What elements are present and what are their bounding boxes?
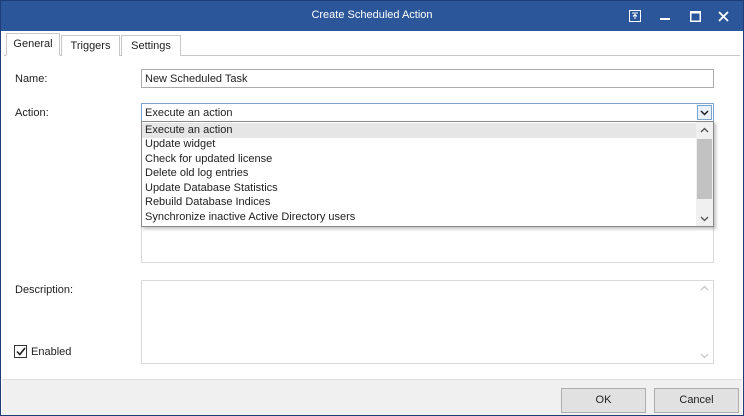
ok-button[interactable]: OK [561, 388, 646, 413]
dialog-window: Create Scheduled Action General Triggers… [0, 0, 744, 416]
chevron-down-icon[interactable] [697, 105, 712, 120]
maximize-icon[interactable] [685, 6, 705, 26]
dropdown-option[interactable]: Update Database Statistics [142, 181, 697, 196]
dropdown-option[interactable]: Update widget [142, 137, 697, 152]
dropdown-scrollbar[interactable] [696, 122, 713, 226]
dropdown-option[interactable]: Delete old log entries [142, 166, 697, 181]
action-select-value: Execute an action [145, 107, 233, 119]
enabled-checkbox[interactable] [14, 345, 27, 358]
title-bar[interactable]: Create Scheduled Action [1, 1, 743, 31]
close-icon[interactable] [713, 6, 733, 26]
name-input[interactable]: New Scheduled Task [141, 69, 714, 88]
restore-to-top-icon[interactable] [625, 6, 645, 26]
dropdown-option[interactable]: Synchronize inactive Active Directory us… [142, 210, 697, 225]
enabled-label: Enabled [31, 346, 72, 358]
dropdown-option[interactable]: Execute an action [142, 123, 697, 138]
tab-strip: General Triggers Settings [4, 33, 740, 56]
scroll-down-icon[interactable] [696, 211, 713, 226]
scroll-down-icon[interactable] [697, 349, 712, 362]
dropdown-option[interactable]: Check for updated license [142, 152, 697, 167]
cancel-button[interactable]: Cancel [654, 388, 739, 413]
action-dropdown-list[interactable]: Execute an action Update widget Check fo… [141, 121, 714, 227]
dropdown-option[interactable]: Rebuild Database Indices [142, 195, 697, 210]
scroll-up-icon[interactable] [696, 122, 713, 137]
minimize-icon[interactable] [655, 6, 675, 26]
description-textarea[interactable] [141, 280, 714, 364]
scrollbar-thumb[interactable] [697, 139, 712, 199]
tab-general[interactable]: General [6, 33, 60, 56]
description-scrollbar[interactable] [697, 281, 712, 362]
scroll-up-icon[interactable] [697, 281, 712, 294]
action-select[interactable]: Execute an action [141, 103, 714, 122]
name-label: Name: [15, 73, 48, 85]
tab-triggers[interactable]: Triggers [61, 35, 120, 56]
dialog-footer: OK Cancel [2, 379, 742, 415]
description-label: Description: [15, 284, 74, 296]
tab-settings[interactable]: Settings [121, 35, 181, 56]
action-label: Action: [15, 107, 49, 119]
